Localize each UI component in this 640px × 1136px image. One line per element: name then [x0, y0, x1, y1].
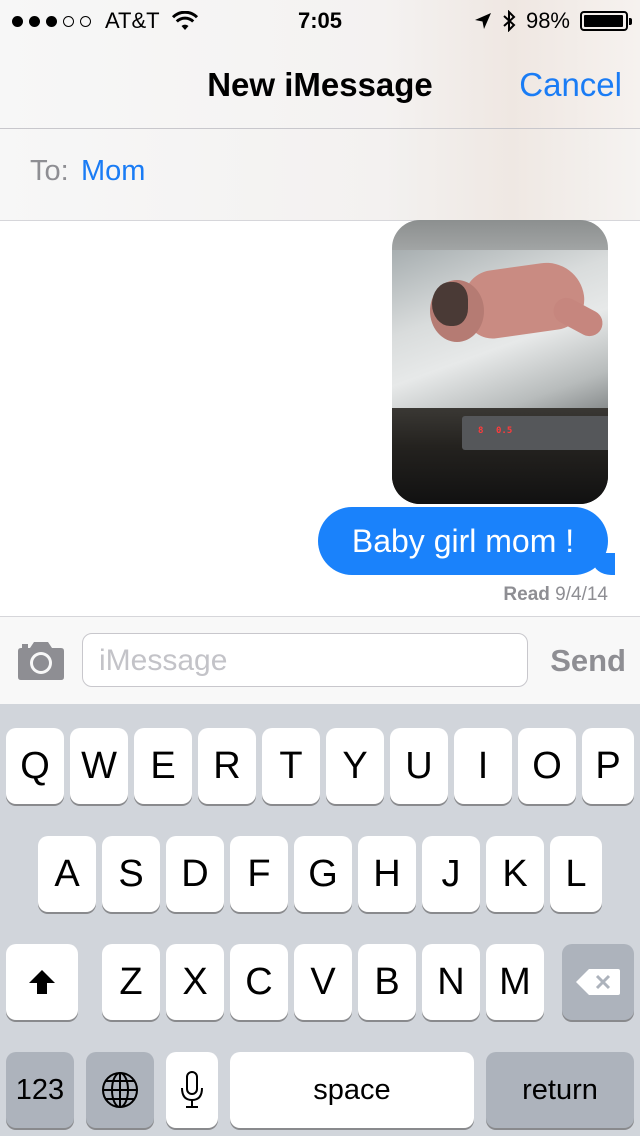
- key-y[interactable]: Y: [326, 728, 384, 804]
- read-date: 9/4/14: [555, 584, 608, 605]
- key-x[interactable]: X: [166, 944, 224, 1020]
- delete-key[interactable]: [562, 944, 634, 1020]
- key-t[interactable]: T: [262, 728, 320, 804]
- shift-icon: [29, 970, 55, 994]
- camera-icon[interactable]: [16, 641, 66, 681]
- key-b[interactable]: B: [358, 944, 416, 1020]
- key-n[interactable]: N: [422, 944, 480, 1020]
- message-text: Baby girl mom !: [351, 523, 575, 559]
- recipient-field[interactable]: To: Mom: [0, 129, 640, 221]
- key-h[interactable]: H: [358, 836, 416, 912]
- message-input-field[interactable]: [82, 633, 528, 687]
- key-s[interactable]: S: [102, 836, 160, 912]
- key-k[interactable]: K: [486, 836, 544, 912]
- key-l[interactable]: L: [550, 836, 602, 912]
- keyboard: Q W E R T Y U I O P A S D F G H J K L Z …: [0, 704, 640, 1136]
- scale-digit: 0.5: [496, 426, 513, 436]
- bluetooth-icon: [503, 10, 516, 32]
- key-j[interactable]: J: [422, 836, 480, 912]
- key-r[interactable]: R: [198, 728, 256, 804]
- space-key[interactable]: space: [230, 1052, 474, 1128]
- key-f[interactable]: F: [230, 836, 288, 912]
- globe-icon: [102, 1072, 138, 1108]
- key-z[interactable]: Z: [102, 944, 160, 1020]
- scale-digit: 8: [478, 426, 484, 436]
- photo-baby-hair: [432, 282, 468, 326]
- key-a[interactable]: A: [38, 836, 96, 912]
- to-label: To:: [30, 155, 69, 187]
- send-button[interactable]: Send: [550, 643, 626, 679]
- globe-key[interactable]: [86, 1052, 154, 1128]
- key-e[interactable]: E: [134, 728, 192, 804]
- key-p[interactable]: P: [582, 728, 634, 804]
- shift-key[interactable]: [6, 944, 78, 1020]
- recipient-name[interactable]: Mom: [81, 155, 145, 188]
- status-bar: AT&T 7:05 98%: [0, 0, 640, 40]
- compose-bar: Send: [0, 616, 640, 705]
- backspace-icon: [576, 969, 620, 995]
- photo-scale-panel: [462, 416, 608, 450]
- key-u[interactable]: U: [390, 728, 448, 804]
- key-c[interactable]: C: [230, 944, 288, 1020]
- photo-message[interactable]: 8 0.5: [392, 220, 608, 504]
- battery-percent: 98%: [525, 8, 570, 33]
- bubble-tail: [593, 553, 615, 575]
- key-v[interactable]: V: [294, 944, 352, 1020]
- key-m[interactable]: M: [486, 944, 544, 1020]
- numbers-key[interactable]: 123: [6, 1052, 74, 1128]
- message-input[interactable]: [97, 642, 511, 680]
- microphone-icon: [181, 1071, 203, 1108]
- dictation-key[interactable]: [166, 1052, 218, 1128]
- key-i[interactable]: I: [454, 728, 512, 804]
- battery-icon: [580, 11, 632, 31]
- status-right: 98%: [474, 8, 632, 34]
- key-q[interactable]: Q: [6, 728, 64, 804]
- message-bubble[interactable]: Baby girl mom !: [318, 507, 615, 575]
- key-w[interactable]: W: [70, 728, 128, 804]
- location-arrow-icon: [474, 13, 491, 29]
- read-label: Read: [503, 584, 550, 605]
- key-d[interactable]: D: [166, 836, 224, 912]
- key-o[interactable]: O: [518, 728, 576, 804]
- cancel-button[interactable]: Cancel: [519, 66, 622, 104]
- read-receipt: Read 9/4/14: [503, 584, 608, 606]
- return-key[interactable]: return: [486, 1052, 634, 1128]
- key-g[interactable]: G: [294, 836, 352, 912]
